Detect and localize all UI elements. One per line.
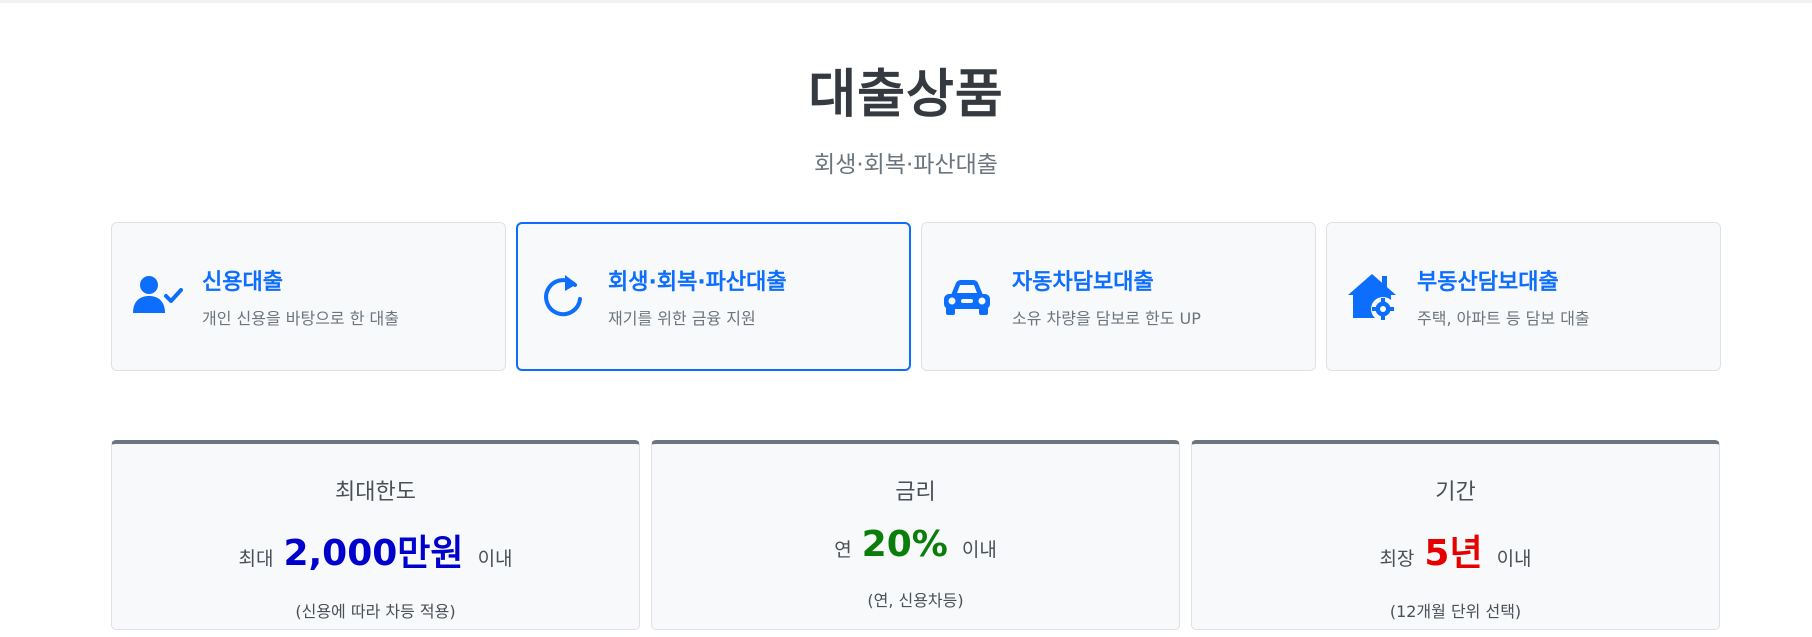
page-title: 대출상품 <box>808 65 1004 125</box>
product-card-rehab-loan[interactable]: 회생·회복·파산대출 재기를 위한 금융 지원 <box>516 222 911 371</box>
product-card-real-estate-loan[interactable]: 부동산담보대출 주택, 아파트 등 담보 대출 <box>1326 222 1721 371</box>
product-card-car-loan[interactable]: 자동차담보대출 소유 차량을 담보로 한도 UP <box>921 222 1316 371</box>
refresh-icon <box>536 270 590 324</box>
stat-value: 20% <box>861 524 948 565</box>
product-card-title: 부동산담보대출 <box>1417 270 1559 295</box>
stat-card-interest: 금리 연 20% 이내 (연, 신용차등) <box>651 440 1180 630</box>
stat-card-term: 기간 최장 5년 이내 (12개월 단위 선택) <box>1191 440 1720 630</box>
stat-suffix: 이내 <box>961 539 997 561</box>
house-gear-icon <box>1345 270 1399 324</box>
stat-suffix: 이내 <box>477 548 513 570</box>
stat-note: (12개월 단위 선택) <box>1389 602 1522 621</box>
stat-note: (연, 신용차등) <box>867 591 964 610</box>
stat-value: 2,000만원 <box>283 533 464 574</box>
page-header: 대출상품 회생·회복·파산대출 <box>0 52 1812 179</box>
stat-note: (신용에 따라 차등 적용) <box>295 602 456 621</box>
stat-prefix: 최대 <box>238 548 274 570</box>
top-divider <box>0 0 1812 3</box>
stat-label: 금리 <box>895 480 936 505</box>
stat-label: 기간 <box>1435 480 1476 505</box>
product-card-desc: 소유 차량을 담보로 한도 UP <box>1012 309 1201 328</box>
product-cards: 신용대출 개인 신용을 바탕으로 한 대출 회생·회복·파산대출 재기를 위한 … <box>111 222 1721 371</box>
loan-stats: 최대한도 최대 2,000만원 이내 (신용에 따라 차등 적용) 금리 연 2… <box>111 440 1721 630</box>
product-card-title: 자동차담보대출 <box>1012 270 1154 295</box>
product-card-title: 신용대출 <box>202 270 283 295</box>
product-card-desc: 개인 신용을 바탕으로 한 대출 <box>202 309 399 328</box>
product-card-desc: 재기를 위한 금융 지원 <box>608 309 756 328</box>
product-card-credit-loan[interactable]: 신용대출 개인 신용을 바탕으로 한 대출 <box>111 222 506 371</box>
product-card-desc: 주택, 아파트 등 담보 대출 <box>1417 309 1590 328</box>
page-subtitle: 회생·회복·파산대출 <box>814 152 998 178</box>
stat-card-limit: 최대한도 최대 2,000만원 이내 (신용에 따라 차등 적용) <box>111 440 640 630</box>
stat-suffix: 이내 <box>1496 548 1532 570</box>
user-check-icon <box>130 270 184 324</box>
stat-prefix: 최장 <box>1379 548 1415 570</box>
stat-label: 최대한도 <box>335 480 416 505</box>
product-card-title: 회생·회복·파산대출 <box>608 270 787 295</box>
stat-prefix: 연 <box>834 539 852 561</box>
stat-value: 5년 <box>1424 533 1483 574</box>
car-icon <box>940 270 994 324</box>
